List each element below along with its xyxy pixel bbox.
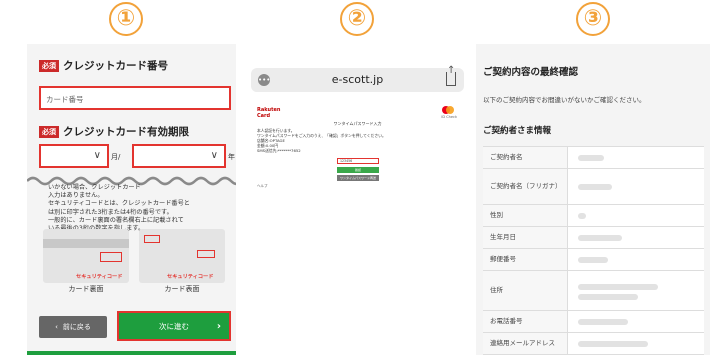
resend-otp-button[interactable]: ワンタイムパスワード再送 — [337, 175, 379, 181]
chevron-down-icon: ∨ — [93, 150, 101, 161]
card-number-placeholder: カード番号 — [46, 95, 84, 104]
table-row: 連絡用メールアドレス — [483, 333, 704, 355]
row-value-redacted — [568, 249, 704, 270]
row-value-redacted — [568, 311, 704, 332]
payment-form-panel: 必須 クレジットカード番号 カード番号 必須 クレジットカード有効期限 ∨ 月/ ∨… — [27, 44, 236, 355]
confirmation-panel: ご契約内容の最終確認 以下のご契約内容でお間違いがないかご確認ください。 ご契約… — [476, 44, 710, 355]
row-label: 住所 — [483, 271, 568, 310]
chevron-right-icon: › — [216, 320, 221, 332]
table-row: 住所 — [483, 271, 704, 311]
row-label: 性別 — [483, 205, 568, 226]
otp-browser-panel: ••• e-scott.jp Rakuten Card ID Check ワンタ… — [251, 65, 464, 200]
tutorial-composite: ① ② ③ 必須 クレジットカード番号 カード番号 必須 クレジットカード有効期限 … — [0, 0, 710, 355]
row-label: 生年月日 — [483, 227, 568, 248]
step-number-3: ③ — [576, 2, 610, 36]
required-badge: 必須 — [39, 126, 59, 138]
row-value-redacted — [568, 227, 704, 248]
table-row: ご契約者名 — [483, 147, 704, 169]
help-link[interactable]: ヘルプ — [257, 184, 268, 189]
url-text: e-scott.jp — [331, 73, 384, 86]
footer-bar — [27, 351, 236, 355]
confirm-button[interactable]: 確認 — [337, 167, 379, 173]
card-number-input[interactable]: カード番号 — [39, 86, 231, 110]
row-value-redacted — [568, 147, 704, 168]
table-row: お電話番号 — [483, 311, 704, 333]
card-back-image: セキュリティコード — [43, 229, 129, 283]
chevron-down-icon: ∨ — [210, 150, 218, 161]
expiry-month-select[interactable]: ∨ — [39, 144, 109, 168]
row-value-redacted — [568, 271, 704, 310]
id-check-label: ID Check — [441, 115, 457, 119]
row-label: 連絡用メールアドレス — [483, 333, 568, 354]
row-label: 郵便番号 — [483, 249, 568, 270]
otp-instructions: 本人認証を行います。 ワンタイムパスワードをご入力のうえ、「確認」ボタンを押して… — [257, 128, 386, 153]
step-number-1: ① — [109, 2, 143, 36]
note-line: いかない場合、クレジットカード — [48, 184, 141, 191]
row-label: ご契約者名 — [483, 147, 568, 168]
card-number-title: クレジットカード番号 — [63, 60, 168, 72]
expiry-title: クレジットカード有効期限 — [63, 126, 189, 138]
security-code-label: セキュリティコード — [76, 274, 123, 280]
row-label: ご契約者名（フリガナ） — [483, 169, 568, 204]
security-code-label: セキュリティコード — [167, 274, 214, 280]
mastercard-logo — [442, 106, 454, 114]
contract-info-table: ご契約者名 ご契約者名（フリガナ） 性別 生年月日 郵便番号 住所 お電話番号 … — [483, 146, 704, 355]
browser-address-bar[interactable]: ••• e-scott.jp — [251, 65, 464, 92]
otp-page-title: ワンタイムパスワード入力 — [333, 121, 382, 126]
otp-input[interactable]: 123456 — [337, 158, 379, 164]
page-title: ご契約内容の最終確認 — [483, 67, 579, 78]
share-icon[interactable] — [446, 65, 456, 86]
table-row: 生年月日 — [483, 227, 704, 249]
chevron-left-icon: ‹ — [55, 323, 58, 331]
row-value-redacted — [568, 333, 704, 354]
note-line: 一般的に、カード裏面の署名欄右上に記載されて — [48, 216, 184, 224]
note-line: は別に印字された3桁または4桁の番号です。 — [48, 208, 173, 216]
row-label: お電話番号 — [483, 311, 568, 332]
page-description: 以下のご契約内容でお間違いがないかご確認ください。 — [483, 96, 646, 104]
year-suffix: 年 — [228, 153, 235, 161]
section-title: ご契約者さま情報 — [483, 126, 552, 136]
back-button-label: 前に戻る — [62, 323, 91, 331]
table-row: ご契約者名（フリガナ） — [483, 169, 704, 205]
table-row: 性別 — [483, 205, 704, 227]
table-row: 郵便番号 — [483, 249, 704, 271]
card-front-caption: カード表面 — [164, 285, 200, 293]
row-value-redacted — [568, 169, 704, 204]
card-front-image: セキュリティコード — [139, 229, 225, 283]
back-button[interactable]: ‹ 前に戻る — [39, 316, 107, 338]
body-line: SMS送信先:*******7652 — [257, 148, 301, 153]
required-badge: 必須 — [39, 60, 59, 72]
step-number-2: ② — [340, 2, 374, 36]
rakuten-card-logo: Rakuten Card — [257, 107, 281, 119]
next-button[interactable]: 次に進む › — [117, 311, 231, 341]
month-suffix: 月/ — [111, 153, 121, 161]
note-line: セキュリティコードとは、クレジットカード番号と — [48, 200, 190, 208]
card-back-caption: カード裏面 — [68, 285, 104, 293]
row-value-redacted — [568, 205, 704, 226]
card-number-heading: 必須 クレジットカード番号 — [39, 58, 168, 73]
next-button-label: 次に進む — [159, 321, 189, 331]
note-line: 入力はありません。 — [48, 192, 104, 200]
expiry-year-select[interactable]: ∨ — [132, 144, 226, 168]
expiry-heading: 必須 クレジットカード有効期限 — [39, 124, 189, 139]
security-code-note: いかない場合、クレジットカード 入力はありません。 セキュリティコードとは、クレ… — [48, 184, 232, 233]
